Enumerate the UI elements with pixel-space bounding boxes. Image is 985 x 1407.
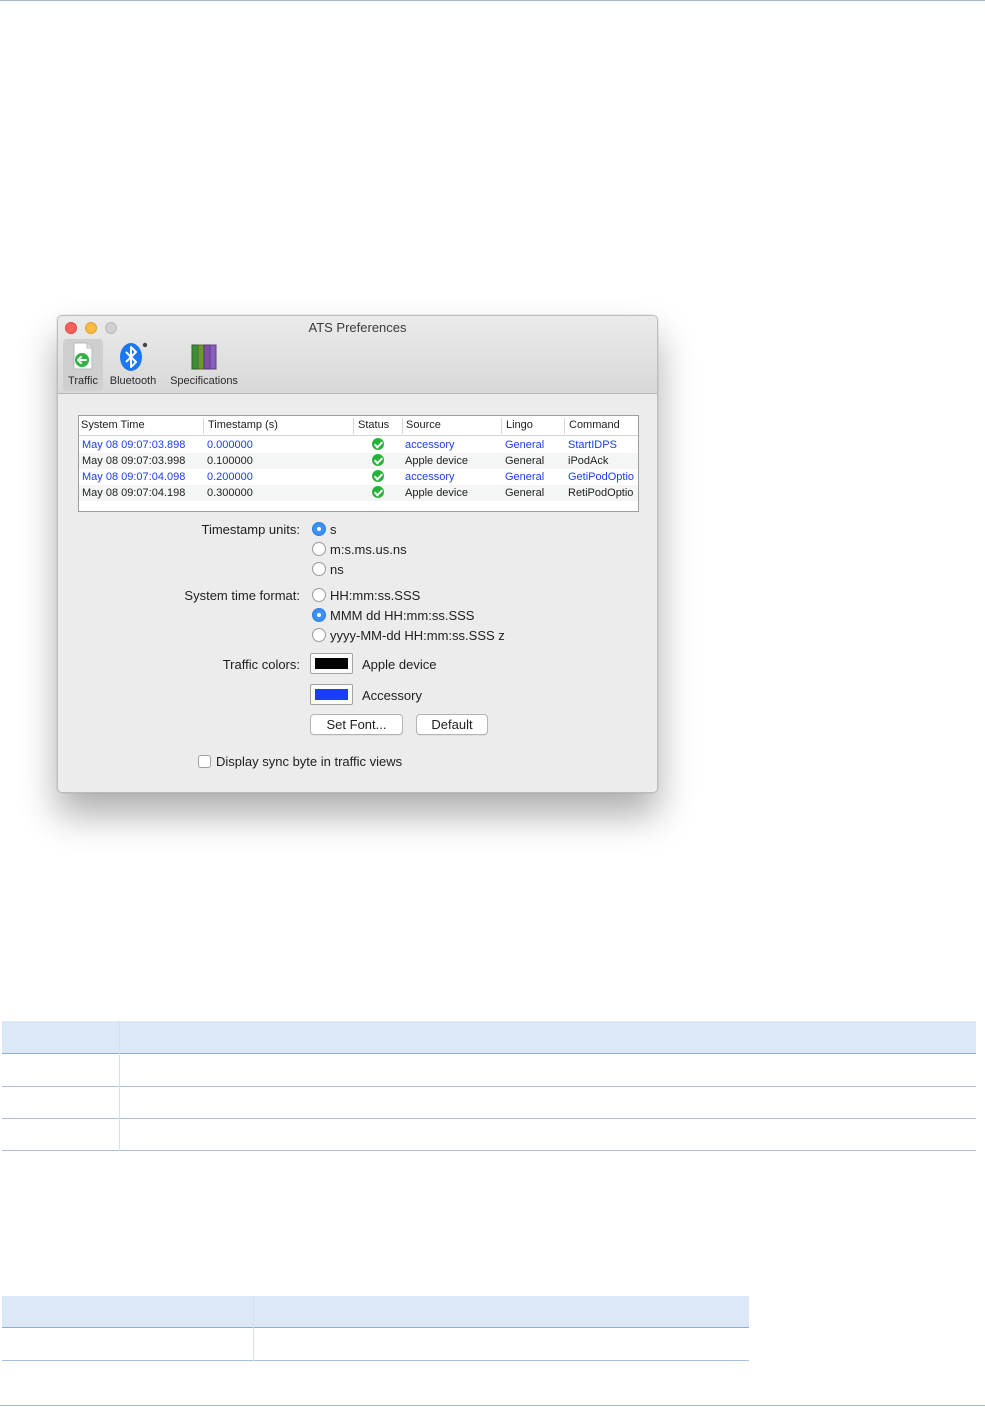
- cell-command: GetiPodOptio: [568, 471, 635, 483]
- cell-timestamp: 0.200000: [207, 471, 253, 483]
- sync-byte-label[interactable]: Display sync byte in traffic views: [216, 754, 402, 769]
- column-separator: [564, 418, 565, 434]
- column-divider: [119, 1021, 120, 1151]
- set-font-button[interactable]: Set Font...: [310, 714, 403, 735]
- window-title: ATS Preferences: [308, 320, 407, 335]
- column-header-command[interactable]: Command: [569, 419, 620, 431]
- column-separator: [353, 418, 354, 434]
- toolbar-item-traffic[interactable]: Traffic: [63, 339, 103, 391]
- toolbar-label-specifications: Specifications: [170, 375, 238, 387]
- sync-byte-checkbox[interactable]: [198, 755, 211, 768]
- cell-command: iPodAck: [568, 455, 609, 467]
- status-check-icon: [372, 470, 384, 482]
- column-header-system-time[interactable]: System Time: [81, 419, 145, 431]
- column-divider: [253, 1296, 254, 1361]
- apple-device-color-well[interactable]: [310, 653, 353, 674]
- bluetooth-icon: [120, 342, 148, 371]
- table-row[interactable]: May 08 09:07:03.898 0.000000 accessory G…: [79, 437, 638, 453]
- radio-label-timestamp-s[interactable]: s: [330, 522, 337, 537]
- cell-timestamp: 0.100000: [207, 455, 253, 467]
- cell-command: RetiPodOptio: [568, 487, 634, 499]
- cell-lingo: General: [505, 487, 545, 499]
- table-row: [2, 1119, 976, 1151]
- column-header-lingo[interactable]: Lingo: [506, 419, 533, 431]
- page-bottom-rule: [0, 1405, 985, 1406]
- table-header-row: [2, 1021, 976, 1054]
- page-top-rule: [0, 0, 985, 1]
- column-header-source[interactable]: Source: [406, 419, 441, 431]
- cell-system-time: May 08 09:07:03.998: [82, 455, 186, 467]
- column-header-status[interactable]: Status: [358, 419, 389, 431]
- cell-source: accessory: [405, 439, 455, 451]
- column-header-timestamp[interactable]: Timestamp (s): [208, 419, 278, 431]
- document-table-1: [2, 1021, 976, 1151]
- table-header-row: [2, 1296, 749, 1328]
- radio-label-timestamp-msusns[interactable]: m:s.ms.us.ns: [330, 542, 407, 557]
- table-row[interactable]: May 08 09:07:04.098 0.200000 accessory G…: [79, 469, 638, 485]
- system-time-format-label: System time format:: [184, 588, 300, 603]
- traffic-colors-label: Traffic colors:: [222, 657, 300, 672]
- books-icon: [191, 344, 217, 370]
- cell-timestamp: 0.000000: [207, 439, 253, 451]
- radio-label-format-yyyy[interactable]: yyyy-MM-dd HH:mm:ss.SSS z: [330, 628, 505, 643]
- radio-timestamp-msusns[interactable]: [312, 542, 326, 556]
- status-check-icon: [372, 438, 384, 450]
- apple-device-color-fill: [315, 658, 348, 669]
- apple-device-color-label: Apple device: [362, 657, 437, 672]
- accessory-color-well[interactable]: [310, 684, 353, 705]
- table-row[interactable]: May 08 09:07:03.998 0.100000 Apple devic…: [79, 453, 638, 469]
- radio-label-format-hms[interactable]: HH:mm:ss.SSS: [330, 588, 420, 603]
- cell-lingo: General: [505, 439, 545, 451]
- toolbar-label-bluetooth: Bluetooth: [109, 375, 157, 387]
- radio-format-mmm-dd[interactable]: [312, 608, 326, 622]
- accessory-color-label: Accessory: [362, 688, 422, 703]
- cell-timestamp: 0.300000: [207, 487, 253, 499]
- radio-format-yyyy[interactable]: [312, 628, 326, 642]
- column-separator: [402, 418, 403, 434]
- cell-system-time: May 08 09:07:04.198: [82, 487, 186, 499]
- window-titlebar: ATS Preferences Traffic Bluetooth Specif…: [58, 316, 657, 394]
- traffic-preview-table: System Time Timestamp (s) Status Source …: [78, 415, 639, 512]
- cell-lingo: General: [505, 471, 545, 483]
- timestamp-units-label: Timestamp units:: [201, 522, 301, 537]
- radio-label-format-mmm-dd[interactable]: MMM dd HH:mm:ss.SSS: [330, 608, 474, 623]
- cell-command: StartIDPS: [568, 439, 617, 451]
- preferences-window: ATS Preferences Traffic Bluetooth Specif…: [57, 315, 658, 793]
- cell-source: Apple device: [405, 487, 468, 499]
- toolbar-item-bluetooth[interactable]: Bluetooth: [106, 339, 160, 391]
- table-row[interactable]: May 08 09:07:04.198 0.300000 Apple devic…: [79, 485, 638, 501]
- table-row: [2, 1054, 976, 1087]
- cell-system-time: May 08 09:07:03.898: [82, 439, 186, 451]
- cell-lingo: General: [505, 455, 545, 467]
- traffic-icon: [73, 342, 93, 370]
- cell-system-time: May 08 09:07:04.098: [82, 471, 186, 483]
- status-check-icon: [372, 486, 384, 498]
- default-button[interactable]: Default: [416, 714, 488, 735]
- toolbar-label-traffic: Traffic: [68, 375, 98, 387]
- document-table-2: [2, 1296, 749, 1361]
- column-separator: [501, 418, 502, 434]
- radio-label-timestamp-ns[interactable]: ns: [330, 562, 344, 577]
- toolbar-item-specifications[interactable]: Specifications: [165, 339, 243, 391]
- table-row: [2, 1328, 749, 1361]
- radio-format-hms[interactable]: [312, 588, 326, 602]
- column-separator: [203, 418, 204, 434]
- radio-timestamp-ns[interactable]: [312, 562, 326, 576]
- table-row: [2, 1087, 976, 1119]
- accessory-color-fill: [315, 689, 348, 700]
- radio-timestamp-s[interactable]: [312, 522, 326, 536]
- cell-source: Apple device: [405, 455, 468, 467]
- status-check-icon: [372, 454, 384, 466]
- table-header-row: System Time Timestamp (s) Status Source …: [79, 416, 638, 436]
- cell-source: accessory: [405, 471, 455, 483]
